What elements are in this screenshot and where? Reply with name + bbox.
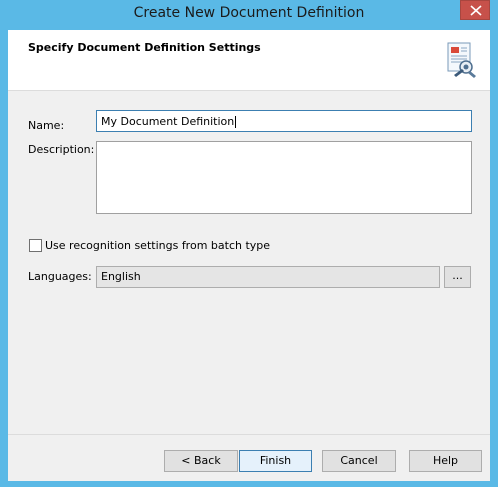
help-button[interactable]: Help [409, 450, 482, 472]
footer-separator [8, 434, 490, 435]
wizard-header: Specify Document Definition Settings [8, 30, 490, 91]
dialog-body: Specify Document Definition Settings Nam… [8, 30, 490, 481]
use-recognition-label[interactable]: Use recognition settings from batch type [45, 239, 270, 252]
header-title: Specify Document Definition Settings [28, 41, 261, 54]
title-bar[interactable]: Create New Document Definition [0, 0, 498, 30]
finish-button[interactable]: Finish [239, 450, 312, 472]
text-cursor [235, 116, 237, 128]
description-label: Description: [28, 143, 95, 156]
languages-label: Languages: [28, 270, 92, 283]
description-input[interactable] [96, 141, 472, 214]
document-settings-icon [447, 42, 476, 78]
close-icon [470, 5, 482, 16]
languages-browse-button[interactable]: ... [444, 266, 471, 288]
cancel-button[interactable]: Cancel [322, 450, 396, 472]
use-recognition-checkbox[interactable] [29, 239, 42, 252]
window-title: Create New Document Definition [133, 5, 365, 21]
languages-field: English [96, 266, 440, 288]
close-button[interactable] [460, 0, 490, 20]
name-input-value: My Document Definition [101, 115, 235, 128]
name-input[interactable]: My Document Definition [96, 110, 472, 132]
back-button[interactable]: < Back [164, 450, 238, 472]
dialog-window: Create New Document Definition Specify D… [0, 0, 498, 487]
name-label: Name: [28, 119, 65, 132]
